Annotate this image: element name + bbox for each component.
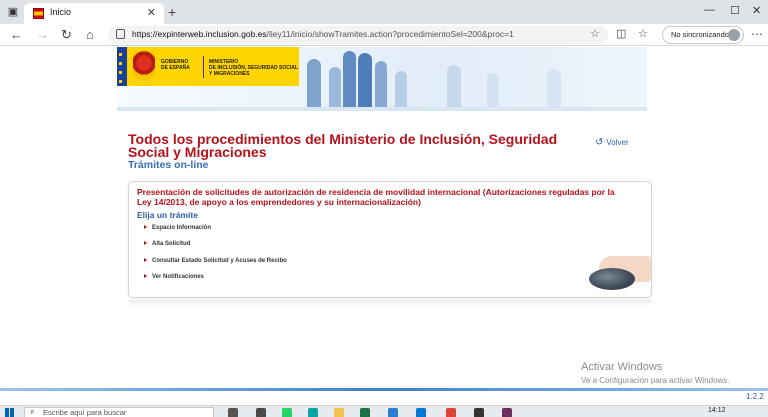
option-alta-solicitud[interactable]: Alta Solicitud <box>144 241 190 247</box>
bullet-arrow-icon <box>144 241 147 245</box>
eu-flag-icon <box>117 47 127 86</box>
app-icon[interactable] <box>474 408 484 417</box>
whatsapp-icon[interactable] <box>282 408 292 417</box>
lock-icon[interactable] <box>116 29 125 39</box>
tab-close-icon[interactable]: ✕ <box>147 6 156 19</box>
bullet-arrow-icon <box>144 274 147 278</box>
government-logo[interactable]: GOBIERNO DE ESPAÑA MINISTERIO DE INCLUSI… <box>117 47 299 86</box>
activate-windows-title: Activar Windows <box>581 361 663 373</box>
taskbar-search-box[interactable]: ⌕ Escribe aquí para buscar <box>24 406 214 417</box>
file-explorer-icon[interactable] <box>334 408 344 417</box>
profile-button[interactable]: No sincronizando <box>662 26 744 44</box>
option-espacio-informacion[interactable]: Espacio Información <box>144 225 211 231</box>
browser-tab-strip: ▣ Inicio ✕ + — ☐ ✕ <box>0 0 768 24</box>
more-menu-icon[interactable]: ⋯ <box>751 27 763 41</box>
ministry-label: MINISTERIO DE INCLUSIÓN, SEGURIDAD SOCIA… <box>209 59 298 77</box>
card-shadow <box>128 300 652 306</box>
edge-browser-icon[interactable] <box>308 408 318 417</box>
minimize-icon[interactable]: — <box>704 4 715 16</box>
close-window-icon[interactable]: ✕ <box>752 4 761 17</box>
windows-start-icon[interactable] <box>5 408 14 417</box>
page-content: GOBIERNO DE ESPAÑA MINISTERIO DE INCLUSI… <box>0 47 768 401</box>
forward-icon[interactable]: → <box>36 26 49 44</box>
page-title: Todos los procedimientos del Ministerio … <box>128 131 558 160</box>
windows-taskbar: ⌕ Escribe aquí para buscar 14:12 <box>0 405 768 417</box>
footer-bar <box>0 388 768 391</box>
bullet-arrow-icon <box>144 258 147 262</box>
site-header-banner: GOBIERNO DE ESPAÑA MINISTERIO DE INCLUSI… <box>117 47 647 111</box>
chrome-icon[interactable] <box>446 408 456 417</box>
browser-toolbar: ← → ↻ ⌂ https://expinterweb.inclusion.go… <box>0 24 768 46</box>
search-icon: ⌕ <box>30 406 36 416</box>
home-icon[interactable]: ⌂ <box>86 26 94 44</box>
url-text[interactable]: https://expinterweb.inclusion.gob.es/ile… <box>132 29 514 39</box>
taskbar-search-placeholder: Escribe aquí para buscar <box>43 408 127 417</box>
back-arrow-icon: ↺ <box>595 137 604 148</box>
activate-windows-hint: Ve a Configuración para activar Windows. <box>581 376 730 385</box>
version-label: 1.2.2 <box>746 392 764 401</box>
favorite-star-icon[interactable]: ☆ <box>590 27 600 40</box>
site-favicon-icon <box>33 8 44 19</box>
browser-tab[interactable]: Inicio ✕ <box>24 3 164 24</box>
avatar-icon <box>728 29 740 41</box>
choose-procedure-label: Elija un trámite <box>137 210 198 220</box>
procedure-title: Presentación de solicitudes de autorizac… <box>137 187 615 207</box>
favorites-icon[interactable]: ☆ <box>638 27 648 40</box>
bullet-arrow-icon <box>144 225 147 229</box>
option-consultar-estado[interactable]: Consultar Estado Solicitud y Acuses de R… <box>144 258 287 264</box>
system-clock[interactable]: 14:12 <box>708 407 726 414</box>
government-label: GOBIERNO DE ESPAÑA <box>161 59 190 71</box>
back-icon[interactable]: ← <box>10 26 23 44</box>
word-icon[interactable] <box>388 408 398 417</box>
profile-label: No sincronizando <box>671 30 729 39</box>
option-ver-notificaciones[interactable]: Ver Notificaciones <box>144 274 204 280</box>
logo-divider <box>203 56 204 78</box>
task-view-icon[interactable] <box>228 408 238 417</box>
procedure-card: Presentación de solicitudes de autorizac… <box>128 181 652 298</box>
new-tab-icon[interactable]: + <box>168 3 176 21</box>
excel-icon[interactable] <box>360 408 370 417</box>
maximize-icon[interactable]: ☐ <box>730 4 740 17</box>
hand-on-mouse-image <box>585 256 651 292</box>
volver-link[interactable]: ↺ Volver <box>595 137 629 148</box>
app-icon[interactable] <box>502 408 512 417</box>
page-subtitle: Trámites on-line <box>128 159 209 171</box>
coat-of-arms-icon <box>133 51 155 81</box>
split-screen-icon[interactable]: ◫ <box>616 27 626 40</box>
tab-title: Inicio <box>50 7 72 17</box>
reload-icon[interactable]: ↻ <box>61 26 72 44</box>
outlook-icon[interactable] <box>416 408 426 417</box>
address-bar[interactable]: https://expinterweb.inclusion.gob.es/ile… <box>108 26 608 44</box>
app-icon[interactable] <box>256 408 266 417</box>
tab-actions-icon[interactable]: ▣ <box>4 3 22 21</box>
people-silhouettes-image <box>297 47 647 107</box>
